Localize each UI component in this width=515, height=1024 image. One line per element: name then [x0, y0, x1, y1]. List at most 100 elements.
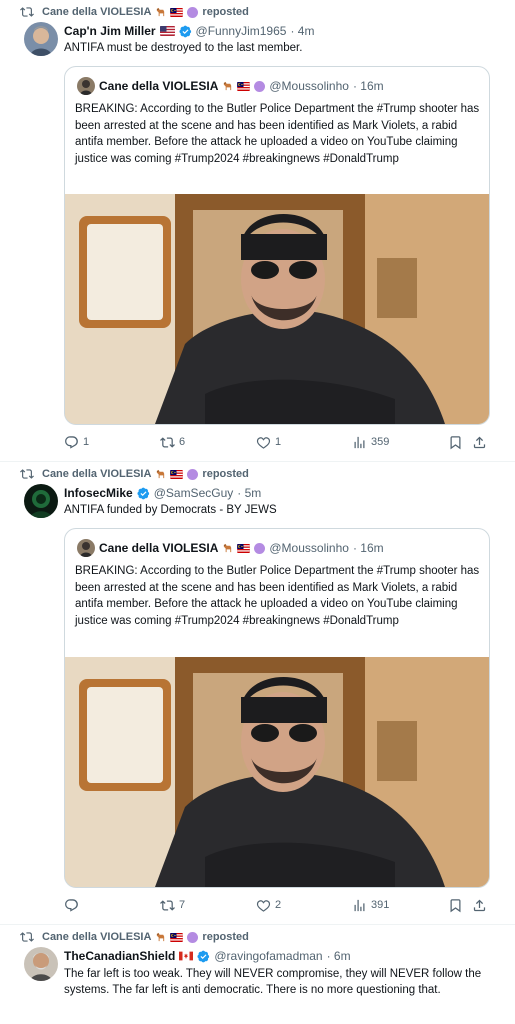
- reposter-name[interactable]: Cane della VIOLESIA: [42, 6, 151, 18]
- quote-text: BREAKING: According to the Butler Police…: [75, 565, 480, 627]
- like-button[interactable]: 2: [256, 898, 281, 913]
- quote-author-name: Cane della VIOLESIA: [99, 541, 219, 555]
- post-header: Cap'n Jim Miller @FunnyJim1965 · 4m: [64, 24, 314, 38]
- author-name[interactable]: TheCanadianShield: [64, 949, 175, 963]
- quote-author-handle: @Moussolinho: [269, 79, 349, 93]
- post-header: TheCanadianShield @ravingofamadman · 6m: [64, 949, 351, 963]
- post-text: ANTIFA funded by Democrats - BY JEWS: [64, 504, 277, 516]
- post-header: InfosecMike @SamSecGuy · 5m: [64, 486, 261, 500]
- dog-emoji-icon: [155, 7, 166, 18]
- reply-icon: [64, 898, 79, 913]
- action-bar: 1 6 1 359: [64, 433, 494, 451]
- post-2[interactable]: Cane della VIOLESIA reposted InfosecMike…: [0, 462, 515, 925]
- avatar[interactable]: [24, 22, 58, 56]
- like-count: 1: [275, 436, 282, 448]
- dog-emoji-icon: [155, 469, 166, 480]
- repost-label: reposted: [202, 931, 249, 943]
- quote-time: · 16m: [352, 541, 384, 555]
- post-1[interactable]: Cane della VIOLESIA reposted Cap'n Jim M…: [0, 0, 515, 462]
- repost-indicator: Cane della VIOLESIA reposted: [42, 468, 249, 480]
- dog-emoji-icon: [222, 81, 233, 92]
- avatar[interactable]: [24, 947, 58, 981]
- post-time[interactable]: · 6m: [327, 949, 351, 963]
- bookmark-button[interactable]: [448, 898, 463, 913]
- purple-circle-icon: [254, 542, 266, 554]
- malaysia-flag-icon: [170, 470, 183, 479]
- views-count: 359: [371, 436, 390, 448]
- share-button[interactable]: [472, 435, 487, 450]
- repost-icon: [20, 467, 34, 481]
- repost-indicator: Cane della VIOLESIA reposted: [42, 931, 249, 943]
- quote-avatar: [77, 539, 95, 557]
- post-3[interactable]: Cane della VIOLESIA reposted TheCanadian…: [0, 925, 515, 1024]
- views-count: 391: [371, 899, 390, 911]
- author-name[interactable]: Cap'n Jim Miller: [64, 24, 156, 38]
- repost-icon: [20, 930, 34, 944]
- share-icon: [472, 898, 487, 913]
- repost-button[interactable]: 7: [160, 898, 185, 913]
- quote-header: Cane della VIOLESIA @Moussolinho · 16m: [77, 539, 384, 557]
- action-bar: 7 2 391: [64, 896, 494, 914]
- reply-count: 1: [83, 436, 90, 448]
- purple-circle-icon: [187, 468, 199, 480]
- dog-emoji-icon: [222, 543, 233, 554]
- quote-media-image[interactable]: [65, 194, 489, 424]
- verified-badge-icon: [197, 950, 210, 963]
- quote-author-name: Cane della VIOLESIA: [99, 79, 219, 93]
- repost-icon: [160, 898, 175, 913]
- malaysia-flag-icon: [170, 933, 183, 942]
- repost-icon: [160, 435, 175, 450]
- quoted-post[interactable]: Cane della VIOLESIA @Moussolinho · 16m B…: [64, 528, 490, 888]
- repost-label: reposted: [202, 6, 249, 18]
- like-icon: [256, 435, 271, 450]
- views-icon: [352, 435, 367, 450]
- repost-count: 6: [179, 436, 186, 448]
- quote-time: · 16m: [352, 79, 384, 93]
- bookmark-icon: [448, 435, 463, 450]
- quote-media-image[interactable]: [65, 657, 489, 887]
- repost-count: 7: [179, 899, 186, 911]
- repost-indicator: Cane della VIOLESIA reposted: [42, 6, 249, 18]
- malaysia-flag-icon: [170, 8, 183, 17]
- repost-label: reposted: [202, 468, 249, 480]
- reply-button[interactable]: 1: [64, 435, 89, 450]
- bookmark-icon: [448, 898, 463, 913]
- bookmark-button[interactable]: [448, 435, 463, 450]
- post-text: The far left is too weak. They will NEVE…: [64, 968, 482, 996]
- us-flag-icon: [159, 26, 175, 36]
- quote-avatar: [77, 77, 95, 95]
- purple-circle-icon: [187, 6, 199, 18]
- post-time[interactable]: · 5m: [237, 486, 261, 500]
- quoted-post[interactable]: Cane della VIOLESIA @Moussolinho · 16m B…: [64, 66, 490, 425]
- author-name[interactable]: InfosecMike: [64, 486, 133, 500]
- reply-button[interactable]: [64, 898, 83, 913]
- post-time[interactable]: · 4m: [290, 24, 314, 38]
- share-button[interactable]: [472, 898, 487, 913]
- views-button[interactable]: 391: [352, 898, 389, 913]
- purple-circle-icon: [254, 80, 266, 92]
- verified-badge-icon: [179, 25, 192, 38]
- quote-author-handle: @Moussolinho: [269, 541, 349, 555]
- malaysia-flag-icon: [237, 544, 250, 553]
- author-handle[interactable]: @SamSecGuy: [154, 486, 234, 500]
- quote-text: BREAKING: According to the Butler Police…: [75, 103, 480, 165]
- reposter-name[interactable]: Cane della VIOLESIA: [42, 468, 151, 480]
- author-handle[interactable]: @FunnyJim1965: [196, 24, 287, 38]
- like-count: 2: [275, 899, 282, 911]
- like-button[interactable]: 1: [256, 435, 281, 450]
- avatar[interactable]: [24, 484, 58, 518]
- reposter-name[interactable]: Cane della VIOLESIA: [42, 931, 151, 943]
- reply-icon: [64, 435, 79, 450]
- quote-header: Cane della VIOLESIA @Moussolinho · 16m: [77, 77, 384, 95]
- repost-button[interactable]: 6: [160, 435, 185, 450]
- author-handle[interactable]: @ravingofamadman: [214, 949, 322, 963]
- purple-circle-icon: [187, 931, 199, 943]
- canada-flag-icon: [179, 951, 193, 961]
- malaysia-flag-icon: [237, 82, 250, 91]
- verified-badge-icon: [137, 487, 150, 500]
- views-icon: [352, 898, 367, 913]
- share-icon: [472, 435, 487, 450]
- views-button[interactable]: 359: [352, 435, 389, 450]
- post-text: ANTIFA must be destroyed to the last mem…: [64, 42, 303, 54]
- dog-emoji-icon: [155, 932, 166, 943]
